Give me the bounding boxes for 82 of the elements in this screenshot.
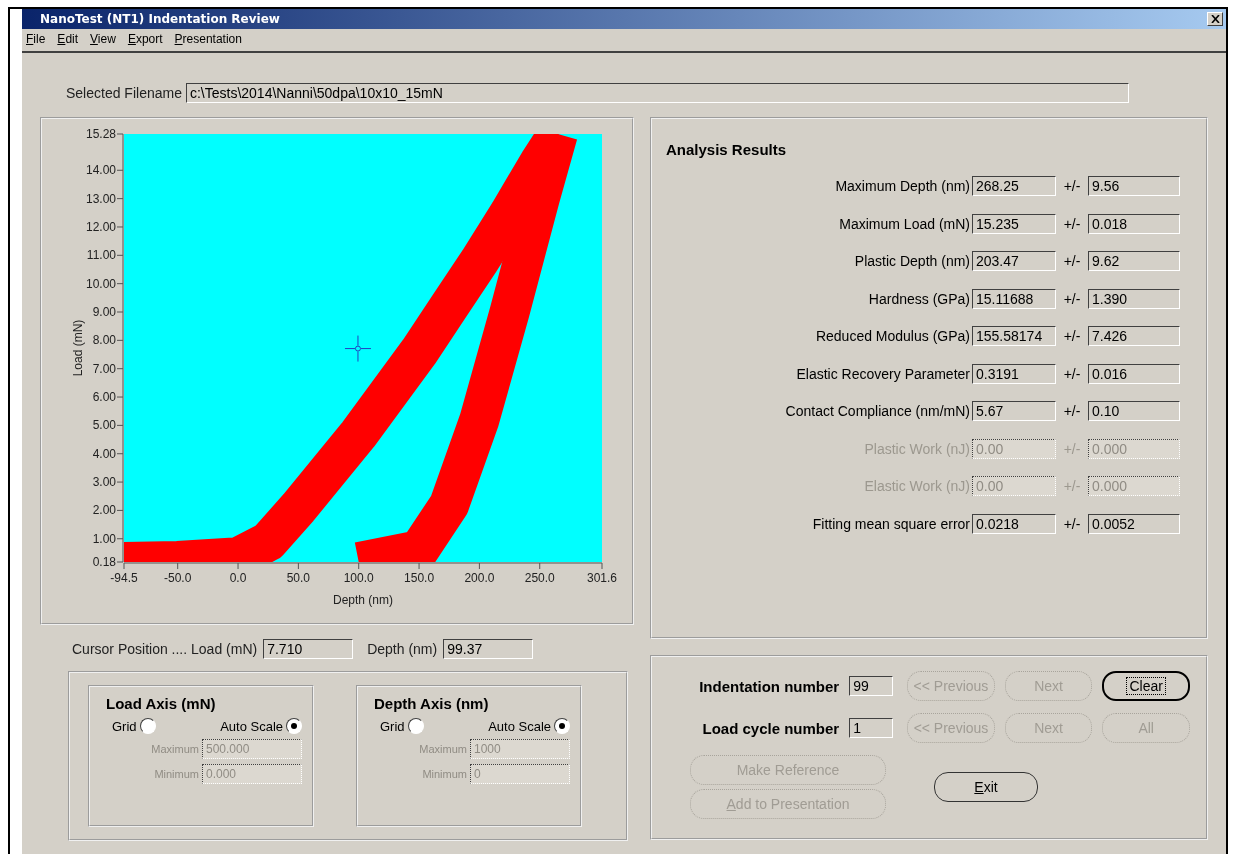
results-title: Analysis Results [666,141,788,158]
y-tick-label: 15.28 [85,127,116,141]
result-label: Contact Compliance (nm/mN) [785,403,970,419]
cursor-depth-field: 99.37 [443,639,534,659]
plus-minus-label: +/- [1062,290,1082,307]
result-value-field: 155.58174 [972,326,1056,346]
plus-minus-label: +/- [1062,365,1082,382]
result-label: Maximum Load (mN) [839,215,970,232]
result-value-field: 0.00 [972,438,1056,459]
y-tick-label: 13.00 [85,191,116,206]
result-label: Reduced Modulus (GPa) [815,328,970,344]
window-title: NanoTest (NT1) Indentation Review [40,12,280,26]
y-tick-label: 2.00 [92,503,116,518]
result-error-field: 7.426 [1088,326,1180,346]
result-label: Elastic Recovery Parameter [796,365,970,382]
result-value-field: 0.3191 [972,363,1056,384]
plus-minus-label: +/- [1062,440,1082,457]
result-label: Plastic Depth (nm) [854,253,970,269]
y-tick-label: 7.00 [92,361,116,376]
cursor-depth-label: Depth (nm) [367,641,438,657]
result-error-field: 0.000 [1088,438,1180,459]
y-tick-label: 1.00 [92,531,116,546]
result-label: Elastic Work (nJ) [864,478,970,494]
axis-group-title: Load Axis (mN) [105,695,217,712]
y-tick-label: 9.00 [92,305,116,319]
navigation-label: Indentation number [698,677,840,695]
axis-limit-label: Minimum [422,768,467,780]
x-tick-label: 250.0 [524,571,555,585]
result-value-field: 0.0218 [972,513,1056,534]
result-error-field: 0.10 [1088,401,1180,421]
result-value-field: 0.00 [972,476,1056,496]
y-axis-title: Load (mN) [71,319,85,377]
navigation-label: Load cycle number [701,719,840,737]
x-tick-label: 200.0 [464,571,495,585]
y-tick-label: 4.00 [92,446,116,461]
x-tick-label: 150.0 [404,571,435,585]
y-tick-label: 0.18 [92,555,116,569]
x-axis-title: Depth (nm) [333,593,393,607]
x-tick-label: 100.0 [343,571,374,585]
axis-limit-label: Maximum [419,743,467,755]
plus-minus-label: +/- [1062,515,1082,532]
plus-minus-label: +/- [1062,403,1082,419]
plus-minus-label: +/- [1062,253,1082,269]
plus-minus-label: +/- [1062,478,1082,494]
plus-minus-label: +/- [1062,328,1082,344]
result-error-field: 0.000 [1088,476,1180,496]
result-value-field: 15.235 [972,213,1056,234]
plus-minus-label: +/- [1062,178,1082,194]
axis-group-title: Depth Axis (nm) [373,695,490,712]
y-tick-label: 14.00 [85,163,116,178]
y-tick-label: 8.00 [92,333,116,348]
x-tick-label: 0.0 [229,571,247,585]
x-tick-label: -94.5 [110,571,138,585]
result-value-field: 15.11688 [972,288,1056,309]
y-tick-label: 3.00 [92,475,116,490]
y-tick-label: 12.00 [85,219,116,234]
plus-minus-label: +/- [1062,215,1082,232]
result-label: Maximum Depth (nm) [835,178,970,194]
result-error-field: 0.016 [1088,363,1180,384]
x-tick-label: 301.6 [587,571,617,585]
result-label: Hardness (GPa) [868,290,970,307]
cursor-load-label: Cursor Position .... Load (mN) [72,641,258,657]
y-tick-label: 10.00 [85,276,116,291]
result-label: Fitting mean square error [812,515,970,532]
x-tick-label: -50.0 [164,571,192,585]
result-error-field: 0.018 [1088,213,1180,234]
y-tick-label: 6.00 [92,390,116,405]
y-tick-label: 5.00 [92,418,116,433]
result-value-field: 203.47 [972,251,1056,271]
result-error-field: 0.0052 [1088,513,1180,534]
result-error-field: 9.62 [1088,251,1180,271]
result-label: Plastic Work (nJ) [864,440,970,457]
result-value-field: 5.67 [972,401,1056,421]
cursor-load-field: 7.710 [263,639,354,659]
result-error-field: 1.390 [1088,288,1180,309]
axis-limit-label: Minimum [154,768,199,780]
x-tick-label: 50.0 [286,571,311,585]
filename-label: Selected Filename [66,85,182,101]
y-tick-label: 11.00 [86,248,116,263]
result-value-field: 268.25 [972,176,1056,196]
axis-limit-label: Maximum [151,743,199,755]
result-error-field: 9.56 [1088,176,1180,196]
